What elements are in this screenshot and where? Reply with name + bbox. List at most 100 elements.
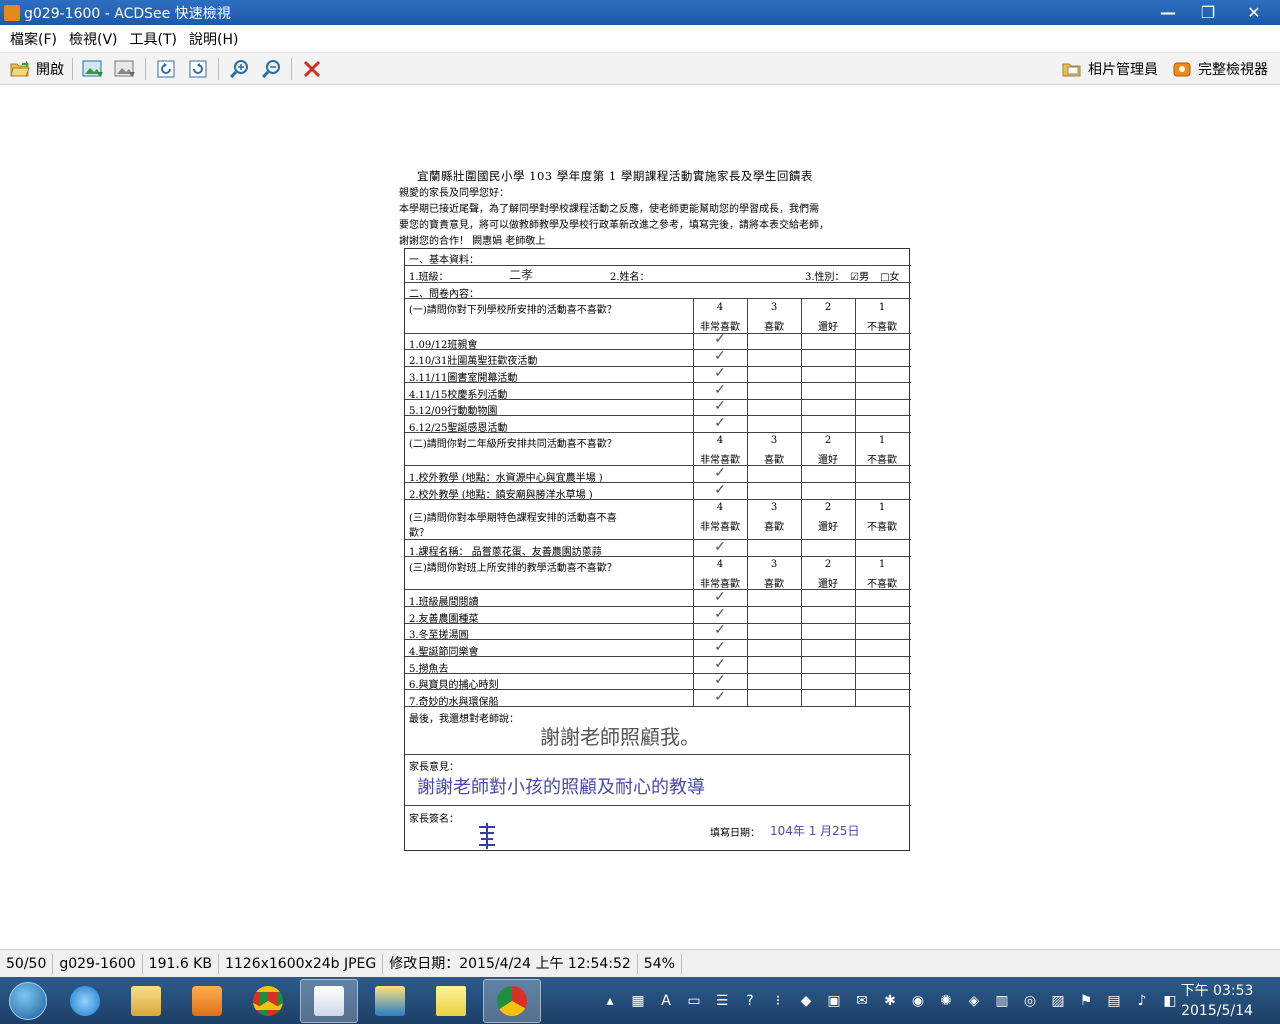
parent-opinion-label: 家長意見：: [409, 762, 459, 773]
tray-image-icon[interactable]: ▨: [1049, 992, 1067, 1010]
start-button[interactable]: [0, 978, 56, 1024]
zoom-in-icon[interactable]: [228, 59, 250, 79]
tray-ime-icon[interactable]: A: [657, 992, 675, 1010]
gender-label: 3.性別：: [805, 272, 845, 283]
toolbar: 開啟 相片管理員 完整檢視器: [0, 53, 1280, 85]
comment-handwritten: 謝謝老師照顧我。: [540, 725, 700, 749]
system-tray: ▴ ▦ A ▭ ☰ ? ⁝ ◆ ▣ ✉ ✱ ◉ ✺ ◈ ▥ ◎ ▨ ⚑ ▤ ♪ …: [596, 977, 1184, 1024]
tray-location-icon[interactable]: ◉: [909, 992, 927, 1010]
intro-line: 要您的寶貴意見，將可以做教師教學及學校行政革新改進之參考，填寫完後，請將本表交給…: [399, 220, 829, 231]
tray-disc-icon[interactable]: ◎: [1021, 992, 1039, 1010]
tray-help-icon[interactable]: ?: [741, 992, 759, 1010]
scale-label: 喜歡: [764, 579, 784, 590]
scale-number: 2: [824, 435, 832, 446]
fill-date-value: 104年 1 月25日: [770, 824, 860, 838]
scale-label: 非常喜歡: [700, 522, 740, 533]
scale-label: 不喜歡: [867, 455, 897, 466]
full-viewer-button[interactable]: 完整檢視器: [1162, 56, 1272, 82]
close-button[interactable]: ✕: [1228, 0, 1280, 24]
clock-time: 下午 03:53: [1180, 983, 1254, 999]
full-viewer-icon: [1171, 59, 1193, 79]
menu-tools[interactable]: 工具(T): [124, 29, 183, 49]
scale-label: 還好: [818, 455, 838, 466]
scale-number: 2: [824, 502, 832, 513]
scale-number: 4: [716, 559, 724, 570]
menu-help[interactable]: 說明(H): [183, 29, 244, 49]
zoom-out-icon[interactable]: [260, 59, 282, 79]
delete-icon[interactable]: [301, 59, 323, 79]
photo-manager-button[interactable]: 相片管理員: [1052, 56, 1162, 82]
scale-number: 3: [770, 502, 778, 513]
name-label: 2.姓名：: [610, 272, 650, 283]
open-button[interactable]: 開啟: [0, 56, 68, 82]
scale-label: 不喜歡: [867, 322, 897, 333]
maximize-button[interactable]: ❐: [1188, 0, 1228, 24]
volume-icon[interactable]: ♪: [1133, 992, 1151, 1010]
scale-number: 2: [824, 559, 832, 570]
tray-display-icon[interactable]: ▥: [993, 992, 1011, 1010]
taskbar-app-chrome[interactable]: [239, 979, 297, 1023]
tray-monitor-icon[interactable]: ◈: [965, 992, 983, 1010]
action-center-flag-icon[interactable]: ⚑: [1077, 992, 1095, 1010]
tray-app2-icon[interactable]: ▣: [825, 992, 843, 1010]
tray-expand-icon[interactable]: ▴: [601, 992, 619, 1010]
scale-label: 不喜歡: [867, 579, 897, 590]
scale-label: 非常喜歡: [700, 579, 740, 590]
menu-file[interactable]: 檔案(F): [4, 29, 63, 49]
taskbar-app-notes[interactable]: [422, 979, 480, 1023]
scale-label: 非常喜歡: [700, 455, 740, 466]
tray-security-icon[interactable]: ◆: [797, 992, 815, 1010]
taskbar-app-media[interactable]: [178, 979, 236, 1023]
next-image-icon[interactable]: [114, 59, 136, 79]
checkmark: ✓: [714, 672, 726, 688]
scale-label: 還好: [818, 579, 838, 590]
rotate-right-icon[interactable]: [187, 59, 209, 79]
checkmark: ✓: [714, 639, 726, 655]
taskbar-app-explorer[interactable]: [117, 979, 175, 1023]
scale-label: 還好: [818, 522, 838, 533]
previous-image-icon[interactable]: [82, 59, 104, 79]
scale-number: 3: [770, 302, 778, 313]
photo-manager-icon: [1061, 59, 1083, 79]
taskbar-app-paint[interactable]: [361, 979, 419, 1023]
scale-label: 還好: [818, 322, 838, 333]
scale-number: 1: [878, 435, 886, 446]
network-icon[interactable]: ▤: [1105, 992, 1123, 1010]
taskbar-app-acdsee[interactable]: [300, 978, 358, 1023]
scale-number: 4: [716, 302, 724, 313]
status-bar: 50/50 g029-1600 191.6 KB 1126x1600x24b J…: [0, 949, 1280, 977]
scale-number: 2: [824, 302, 832, 313]
tray-app-icon[interactable]: ▦: [629, 992, 647, 1010]
file-explorer-icon: [131, 985, 161, 1016]
tray-keyboard-icon[interactable]: ▭: [685, 992, 703, 1010]
fill-date-label: 填寫日期：: [710, 828, 760, 839]
tray-notify-icon[interactable]: ⁝: [769, 992, 787, 1010]
class-label: 1.班級：: [409, 272, 449, 283]
survey-item: 2.10/31壯圍萬聖狂歡夜活動: [409, 356, 538, 367]
tray-gear-icon[interactable]: ✺: [937, 992, 955, 1010]
tray-settings-icon[interactable]: ☰: [713, 992, 731, 1010]
scale-label: 喜歡: [764, 455, 784, 466]
taskbar-app-chrome-profile[interactable]: [483, 978, 541, 1023]
zoom-level: 54%: [638, 953, 682, 974]
scale-label: 喜歡: [764, 522, 784, 533]
minimize-button[interactable]: —: [1148, 0, 1188, 24]
tray-bluetooth-icon[interactable]: ✱: [881, 992, 899, 1010]
section1-question: (一)請問你對下列學校所安排的活動喜不喜歡？: [409, 305, 617, 316]
tray-chat-icon[interactable]: ✉: [853, 992, 871, 1010]
menu-view[interactable]: 檢視(V): [63, 29, 124, 49]
toolbar-separator: [145, 57, 146, 80]
acdsee-icon: [314, 985, 344, 1016]
taskbar-clock[interactable]: 下午 03:53 2015/5/14: [1172, 981, 1262, 1021]
chrome-icon: [253, 985, 283, 1016]
checkmark: ✓: [714, 656, 726, 672]
rotate-left-icon[interactable]: [155, 59, 177, 79]
section3-question-cont: 歡？: [409, 528, 429, 539]
toolbar-separator: [291, 57, 292, 80]
window-titlebar[interactable]: g029-1600 - ACDSee 快速檢視 — ❐ ✕: [0, 0, 1280, 25]
scale-number: 1: [878, 502, 886, 513]
scale-number: 3: [770, 559, 778, 570]
image-dimensions: 1126x1600x24b JPEG: [219, 953, 384, 974]
taskbar-app-ie[interactable]: [56, 979, 114, 1023]
scale-number: 1: [878, 302, 886, 313]
